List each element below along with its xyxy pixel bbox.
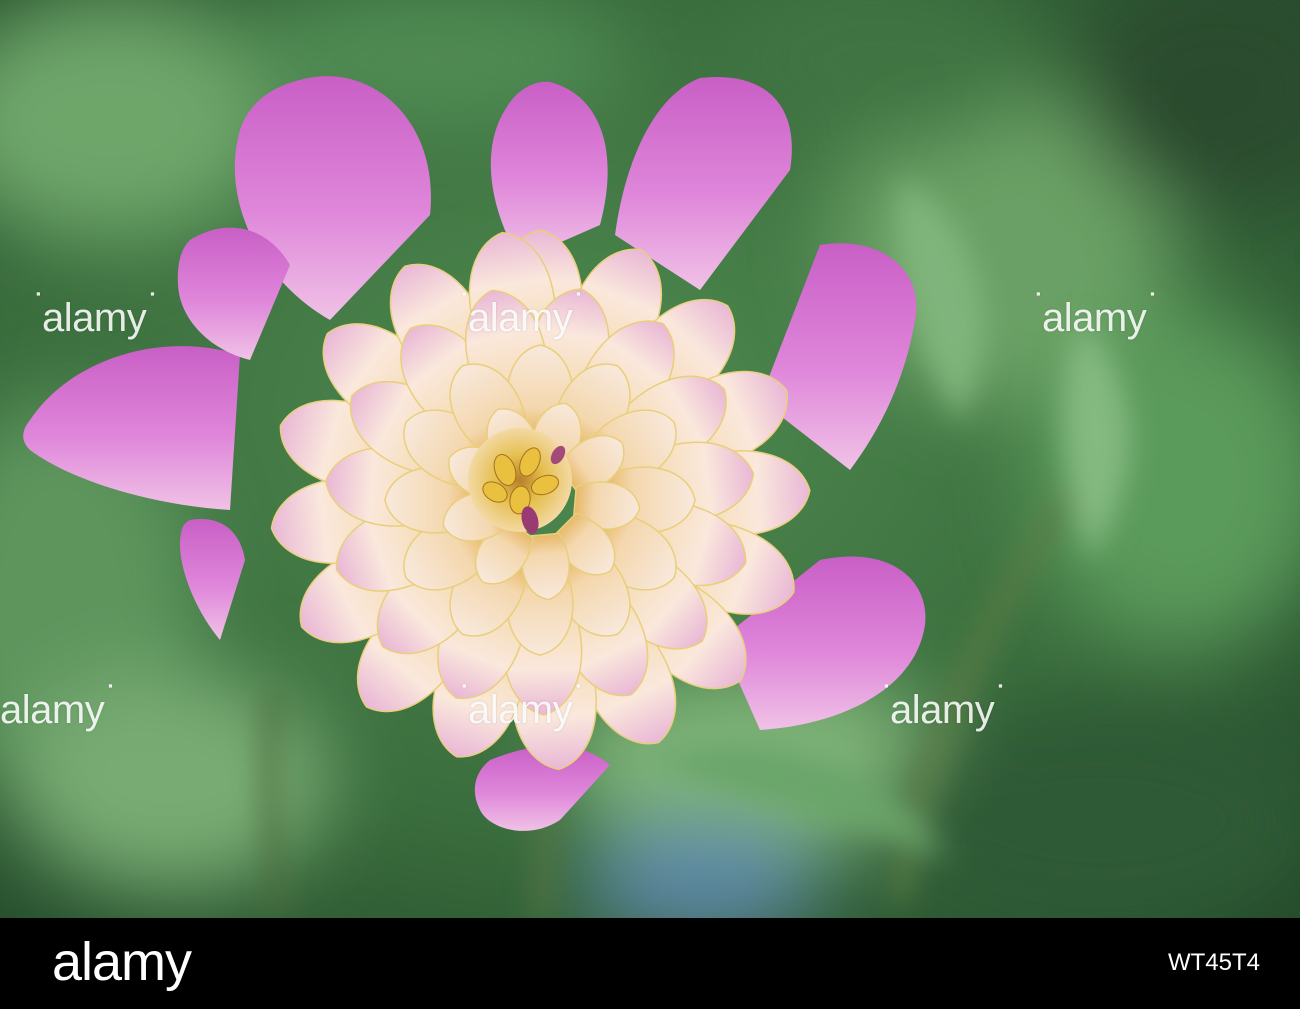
watermark-mark-icon: ▪	[108, 678, 113, 693]
watermark: ▪ ▪ alamy	[36, 286, 155, 358]
watermark-mark-icon: ▪	[576, 286, 581, 301]
watermark: ▪ ▪ alamy	[1036, 286, 1155, 358]
stock-photo: ▪ ▪ alamy ▪ ▪ alamy ▪ ▪ alamy ▪ alamy ▪ …	[0, 0, 1300, 918]
watermark: ▪ alamy	[0, 678, 113, 750]
image-id: WT45T4	[1167, 949, 1260, 976]
watermark-text: alamy	[468, 296, 573, 340]
watermark-mark-icon: ▪	[462, 286, 467, 301]
watermark-text: alamy	[42, 296, 147, 340]
alamy-logo[interactable]: alamy	[52, 934, 192, 990]
watermark-mark-icon: ▪	[36, 286, 41, 301]
watermark-mark-icon: ▪	[462, 678, 467, 693]
watermark-text: alamy	[0, 688, 105, 732]
watermark-text: alamy	[468, 688, 573, 732]
watermark-mark-icon: ▪	[1036, 286, 1041, 301]
dahlia-photo-illustration	[0, 0, 1300, 918]
watermark-mark-icon: ▪	[884, 678, 889, 693]
watermark: ▪ ▪ alamy	[462, 678, 581, 750]
watermark-text: alamy	[890, 688, 995, 732]
watermark-text: alamy	[1042, 296, 1147, 340]
watermark: ▪ ▪ alamy	[884, 678, 1003, 750]
footer-bar: alamy WT45T4	[0, 918, 1300, 1009]
watermark-mark-icon: ▪	[576, 678, 581, 693]
watermark: ▪ ▪ alamy	[462, 286, 581, 358]
watermark-mark-icon: ▪	[150, 286, 155, 301]
watermark-mark-icon: ▪	[1150, 286, 1155, 301]
watermark-mark-icon: ▪	[998, 678, 1003, 693]
